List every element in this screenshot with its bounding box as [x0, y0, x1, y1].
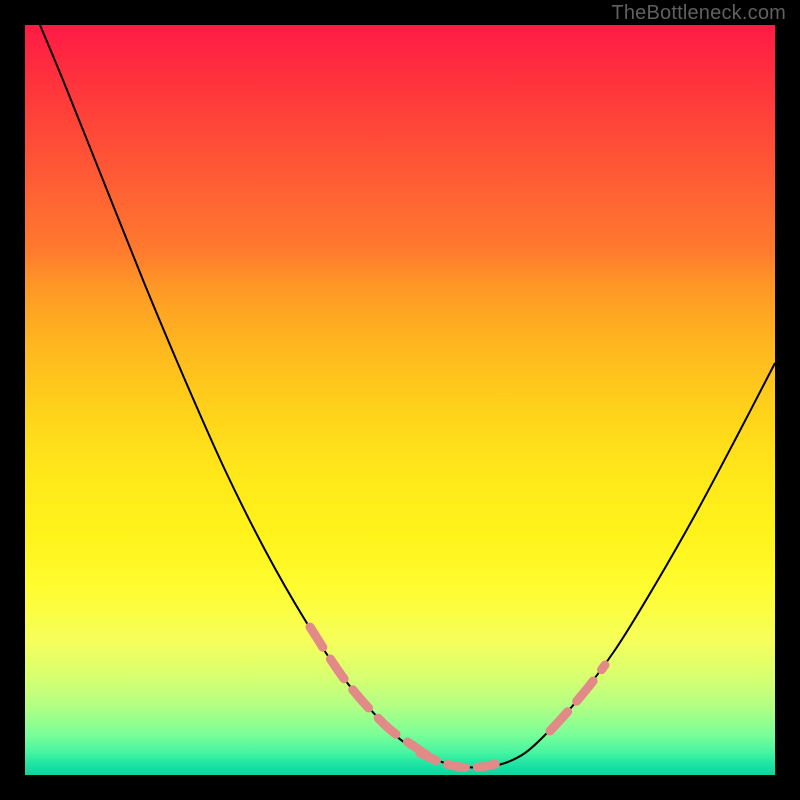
watermark-text: TheBottleneck.com: [611, 2, 786, 25]
series-highlight-bottom: [420, 753, 500, 768]
plot-svg: [25, 25, 775, 775]
series-highlight-left: [310, 627, 430, 757]
plot-area: [25, 25, 775, 775]
chart-frame: TheBottleneck.com: [0, 0, 800, 800]
series-bottleneck-curve: [40, 25, 775, 768]
